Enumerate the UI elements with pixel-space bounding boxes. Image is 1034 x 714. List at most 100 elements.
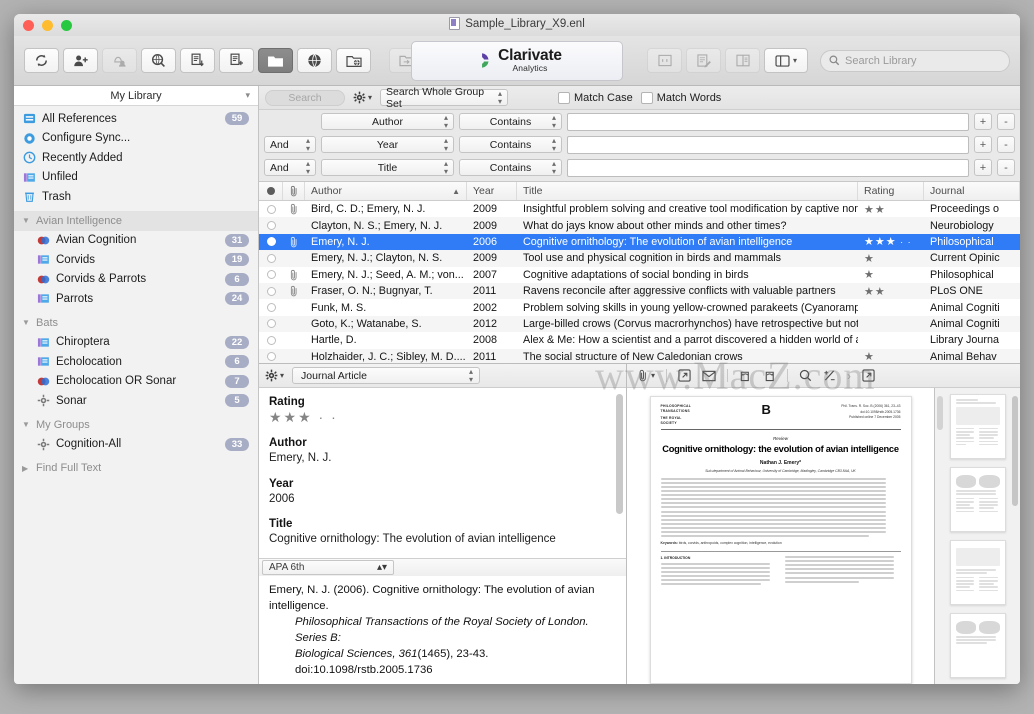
add-query-row-button[interactable]: + — [974, 159, 992, 176]
sidebar-item-chiroptera[interactable]: Chiroptera 22 — [14, 333, 258, 353]
table-row[interactable]: Emery, N. J.; Clayton, N. S. 2009 Tool use… — [259, 250, 1020, 267]
row-read-toggle[interactable] — [259, 283, 283, 299]
open-pdf-icon[interactable] — [862, 369, 875, 382]
column-header-rating[interactable]: Rating — [858, 182, 924, 200]
search-options-button[interactable]: ▾ — [353, 91, 372, 104]
pdf-thumbnails[interactable] — [934, 388, 1020, 684]
column-header-attachment[interactable] — [283, 182, 305, 200]
sidebar-item-corvids[interactable]: Corvids 19 — [14, 250, 258, 270]
table-row[interactable]: Clayton, N. S.; Emery, N. J. 2009 What do … — [259, 217, 1020, 234]
row-read-toggle[interactable] — [259, 349, 283, 363]
search-scope-select[interactable]: Search Whole Group Set ▴ ▾ — [380, 86, 509, 110]
attachment-menu-button[interactable]: ▾ — [637, 369, 655, 382]
table-body[interactable]: Bird, C. D.; Emery, N. J. 2009 Insightful … — [259, 201, 1020, 363]
table-row[interactable]: Fraser, O. N.; Bugnyar, T. 2011 Ravens rec… — [259, 282, 1020, 300]
query-field-select[interactable]: Author ▴ ▾ — [321, 113, 454, 130]
pdf-page-area[interactable]: PHILOSOPHICAL TRANSACTIONS THE ROYAL SOC… — [627, 388, 934, 684]
query-value-input[interactable] — [567, 112, 969, 131]
cell-rating[interactable]: ★★ — [858, 283, 924, 299]
add-query-row-button[interactable]: + — [974, 113, 992, 130]
sidebar-item-trash[interactable]: Trash — [14, 187, 258, 207]
cell-rating[interactable] — [858, 217, 924, 233]
quick-search-input[interactable]: Search — [265, 89, 345, 106]
integrated-library-button[interactable] — [336, 48, 371, 73]
cell-rating[interactable]: ★★★ · · — [858, 234, 924, 250]
pdf-thumbnail-page-4[interactable] — [949, 613, 1006, 678]
query-boolean-select[interactable]: And ▴ ▾ — [264, 159, 316, 176]
row-read-toggle[interactable] — [259, 316, 283, 332]
remove-query-row-button[interactable]: - — [997, 136, 1015, 153]
sync-button[interactable] — [24, 48, 59, 73]
remove-query-row-button[interactable]: - — [997, 113, 1015, 130]
column-header-year[interactable]: Year — [467, 182, 517, 200]
add-query-row-button[interactable]: + — [974, 136, 992, 153]
open-word-button[interactable] — [725, 48, 760, 73]
thumbnail-scroll-left[interactable] — [937, 396, 943, 430]
cell-rating[interactable] — [858, 332, 924, 348]
insert-citation-button[interactable] — [647, 48, 682, 73]
cell-rating[interactable]: ★ — [858, 349, 924, 363]
table-row[interactable]: Hartle, D. 2008 Alex & Me: How a scientist… — [259, 332, 1020, 348]
online-search-mode-button[interactable] — [297, 48, 332, 73]
field-value-title[interactable]: Cognitive ornithology: The evolution of … — [269, 532, 616, 548]
sidebar-item-parrots[interactable]: Parrots 24 — [14, 289, 258, 309]
email-icon[interactable] — [702, 370, 716, 382]
sidebar-item-echolocation-or-sonar[interactable]: Echolocation OR Sonar 7 — [14, 372, 258, 392]
rotate-left-icon[interactable] — [739, 369, 752, 382]
query-value-input[interactable] — [567, 135, 969, 154]
sidebar-item-echolocation[interactable]: Echolocation 6 — [14, 352, 258, 372]
sidebar-item-cognition-all[interactable]: Cognition-All 33 — [14, 435, 258, 455]
format-bibliography-button[interactable] — [686, 48, 721, 73]
next-icon[interactable]: › — [847, 369, 851, 383]
cell-rating[interactable] — [858, 299, 924, 315]
import-button[interactable] — [102, 48, 137, 73]
row-read-toggle[interactable] — [259, 250, 283, 266]
rotate-right-icon[interactable] — [763, 369, 776, 382]
cell-rating[interactable]: ★ — [858, 267, 924, 283]
row-read-toggle[interactable] — [259, 299, 283, 315]
open-external-icon[interactable] — [678, 369, 691, 382]
query-operator-select[interactable]: Contains ▴ ▾ — [459, 136, 562, 153]
sidebar-item-avian-cognition[interactable]: Avian Cognition 31 — [14, 231, 258, 251]
query-operator-select[interactable]: Contains ▴ ▾ — [459, 113, 562, 130]
column-header-author[interactable]: Author ▲ — [305, 182, 467, 200]
sidebar-item-recently-added[interactable]: Recently Added — [14, 148, 258, 168]
export-button[interactable] — [180, 48, 215, 73]
local-library-button[interactable] — [258, 48, 293, 73]
remove-query-row-button[interactable]: - — [997, 159, 1015, 176]
query-field-select[interactable]: Title ▴ ▾ — [321, 159, 454, 176]
layout-button[interactable]: ▾ — [764, 48, 808, 73]
table-row[interactable]: Emery, N. J.; Seed, A. M.; von... 2007 Cog… — [259, 267, 1020, 283]
field-value-year[interactable]: 2006 — [269, 492, 616, 508]
annotate-icon[interactable] — [823, 369, 836, 382]
search-library-input[interactable]: Search Library — [820, 49, 1010, 72]
match-case-checkbox[interactable]: Match Case — [558, 91, 633, 104]
row-read-toggle[interactable] — [259, 267, 283, 283]
table-row[interactable]: Funk, M. S. 2002 Problem solving skills in… — [259, 299, 1020, 315]
reference-panel-scrollbar[interactable] — [616, 394, 623, 514]
sidebar-section-bats[interactable]: ▼ Bats — [14, 313, 258, 333]
sidebar-section-my-groups[interactable]: ▼ My Groups — [14, 415, 258, 435]
column-header-journal[interactable]: Journal — [924, 182, 1020, 200]
query-value-input[interactable] — [567, 158, 969, 177]
column-header-read[interactable] — [259, 182, 283, 200]
table-row[interactable]: Holzhaider, J. C.; Sibley, M. D.... 2011 T… — [259, 348, 1020, 363]
pdf-thumbnail-page-3[interactable] — [949, 540, 1006, 605]
sidebar-item-all-references[interactable]: All References 59 — [14, 109, 258, 129]
reference-type-select[interactable]: Journal Article ▴ ▾ — [292, 367, 481, 384]
reference-fields[interactable]: Rating ★★★ · · Author Emery, N. J. Year … — [259, 388, 626, 558]
field-value-author[interactable]: Emery, N. J. — [269, 451, 616, 467]
sidebar-section-find-full-text[interactable]: ▶ Find Full Text — [14, 458, 258, 478]
match-words-checkbox[interactable]: Match Words — [640, 91, 721, 104]
pdf-thumbnail-page-2[interactable] — [949, 467, 1006, 532]
sidebar-scroll[interactable]: All References 59 Configure Sync... Rece… — [14, 106, 258, 684]
find-full-text-button[interactable] — [141, 48, 176, 73]
row-read-toggle[interactable] — [259, 217, 283, 233]
cell-rating[interactable]: ★★ — [858, 201, 924, 217]
row-read-toggle[interactable] — [259, 332, 283, 348]
library-selector[interactable]: My Library ▾ — [14, 86, 258, 106]
sidebar-item-configure-sync[interactable]: Configure Sync... — [14, 129, 258, 149]
query-boolean-select[interactable]: And ▴ ▾ — [264, 136, 316, 153]
sidebar-item-unfiled[interactable]: Unfiled — [14, 168, 258, 188]
row-read-toggle[interactable] — [259, 201, 283, 217]
